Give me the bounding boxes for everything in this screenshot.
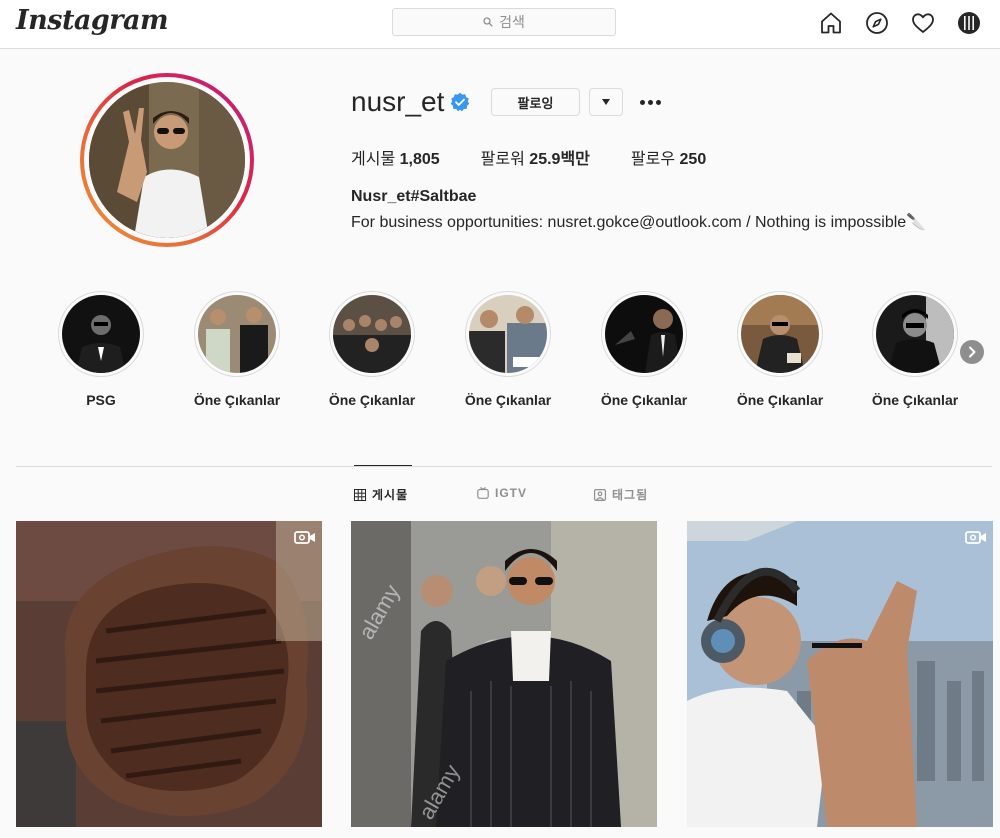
activity-heart-icon[interactable] bbox=[900, 10, 946, 36]
highlights-next-button[interactable] bbox=[960, 340, 984, 364]
profile-avatar-icon[interactable] bbox=[946, 10, 992, 36]
search-icon bbox=[483, 17, 493, 27]
tab-label: IGTV bbox=[495, 486, 528, 500]
highlight-ring bbox=[601, 291, 687, 377]
post-image-helicopter bbox=[687, 521, 993, 827]
stat-value: 250 bbox=[679, 151, 707, 168]
post-image-steak bbox=[16, 521, 322, 827]
grid-icon bbox=[354, 488, 366, 501]
stat-label: 게시물 bbox=[351, 151, 396, 168]
nav-icon-group bbox=[808, 10, 992, 36]
stat-posts[interactable]: 게시물 1,805 bbox=[351, 145, 440, 169]
video-icon bbox=[294, 531, 315, 544]
highlight-item[interactable]: Öne Çıkanlar bbox=[594, 291, 694, 408]
top-navigation-bar: Instagram 검색 bbox=[0, 0, 1000, 49]
highlight-item[interactable]: Öne Çıkanlar bbox=[458, 291, 558, 408]
highlight-label: Öne Çıkanlar bbox=[736, 392, 824, 408]
highlight-label: PSG bbox=[86, 392, 116, 408]
highlight-ring bbox=[329, 291, 415, 377]
highlight-item[interactable]: Öne Çıkanlar bbox=[865, 291, 965, 408]
highlight-item[interactable]: Öne Çıkanlar bbox=[322, 291, 422, 408]
profile-picture[interactable] bbox=[89, 82, 245, 238]
instagram-logo[interactable]: Instagram bbox=[16, 5, 169, 36]
active-tab-indicator bbox=[354, 465, 412, 466]
highlight-cover bbox=[876, 295, 954, 373]
highlight-label: Öne Çıkanlar bbox=[871, 392, 959, 408]
highlight-item[interactable]: Öne Çıkanlar bbox=[187, 291, 287, 408]
following-button[interactable]: 팔로잉 bbox=[491, 88, 580, 116]
tabs-divider bbox=[16, 466, 992, 467]
highlight-label: Öne Çıkanlar bbox=[600, 392, 688, 408]
explore-icon[interactable] bbox=[854, 10, 900, 36]
highlight-ring bbox=[465, 291, 551, 377]
highlight-cover bbox=[741, 295, 819, 373]
highlight-ring bbox=[737, 291, 823, 377]
highlight-cover bbox=[469, 295, 547, 373]
home-icon[interactable] bbox=[808, 10, 854, 36]
stat-following[interactable]: 팔로우 250 bbox=[631, 145, 706, 169]
verified-badge-icon bbox=[450, 92, 470, 112]
stat-followers[interactable]: 팔로워 25.9백만 bbox=[481, 145, 590, 169]
post-image-suit: alamy alamy bbox=[351, 521, 657, 827]
profile-username: nusr_et bbox=[351, 86, 445, 117]
stat-label: 팔로워 bbox=[480, 151, 525, 168]
stat-value: 25.9백만 bbox=[529, 151, 590, 168]
story-ring-gap bbox=[84, 77, 250, 243]
tab-igtv[interactable]: IGTV bbox=[477, 486, 527, 500]
highlight-cover bbox=[333, 295, 411, 373]
search-input[interactable]: 검색 bbox=[392, 8, 616, 36]
highlight-cover bbox=[62, 295, 140, 373]
stat-value: 1,805 bbox=[399, 151, 440, 168]
igtv-icon bbox=[477, 487, 489, 499]
story-ring[interactable] bbox=[80, 73, 254, 247]
bio-full-name: Nusr_et#Saltbae bbox=[351, 188, 477, 205]
highlight-ring bbox=[872, 291, 958, 377]
tab-tagged[interactable]: 태그됨 bbox=[594, 486, 648, 503]
tab-posts[interactable]: 게시물 bbox=[354, 486, 408, 503]
video-icon bbox=[965, 531, 986, 544]
more-options-icon[interactable] bbox=[637, 92, 663, 112]
highlight-cover bbox=[605, 295, 683, 373]
post-thumbnail[interactable] bbox=[16, 521, 322, 827]
post-thumbnail[interactable]: alamy alamy bbox=[351, 521, 657, 827]
highlight-label: Öne Çıkanlar bbox=[193, 392, 281, 408]
highlight-label: Öne Çıkanlar bbox=[328, 392, 416, 408]
highlight-ring bbox=[58, 291, 144, 377]
tab-label: 게시물 bbox=[372, 488, 409, 502]
profile-stats: 게시물 1,805 팔로워 25.9백만 팔로우 250 bbox=[351, 145, 747, 169]
tab-label: 태그됨 bbox=[612, 488, 649, 502]
highlight-cover bbox=[198, 295, 276, 373]
bio-text: For business opportunities: nusret.gokce… bbox=[351, 214, 927, 231]
highlight-label: Öne Çıkanlar bbox=[464, 392, 552, 408]
highlight-item[interactable]: Öne Çıkanlar bbox=[730, 291, 830, 408]
search-placeholder: 검색 bbox=[499, 14, 525, 30]
post-thumbnail[interactable] bbox=[687, 521, 993, 827]
caret-down-icon bbox=[602, 99, 610, 105]
stat-label: 팔로우 bbox=[630, 151, 676, 168]
suggested-accounts-dropdown-button[interactable] bbox=[589, 88, 623, 116]
chevron-right-icon bbox=[969, 346, 976, 358]
highlight-ring bbox=[194, 291, 280, 377]
tagged-icon bbox=[594, 488, 606, 501]
highlight-item[interactable]: PSG bbox=[51, 291, 151, 408]
